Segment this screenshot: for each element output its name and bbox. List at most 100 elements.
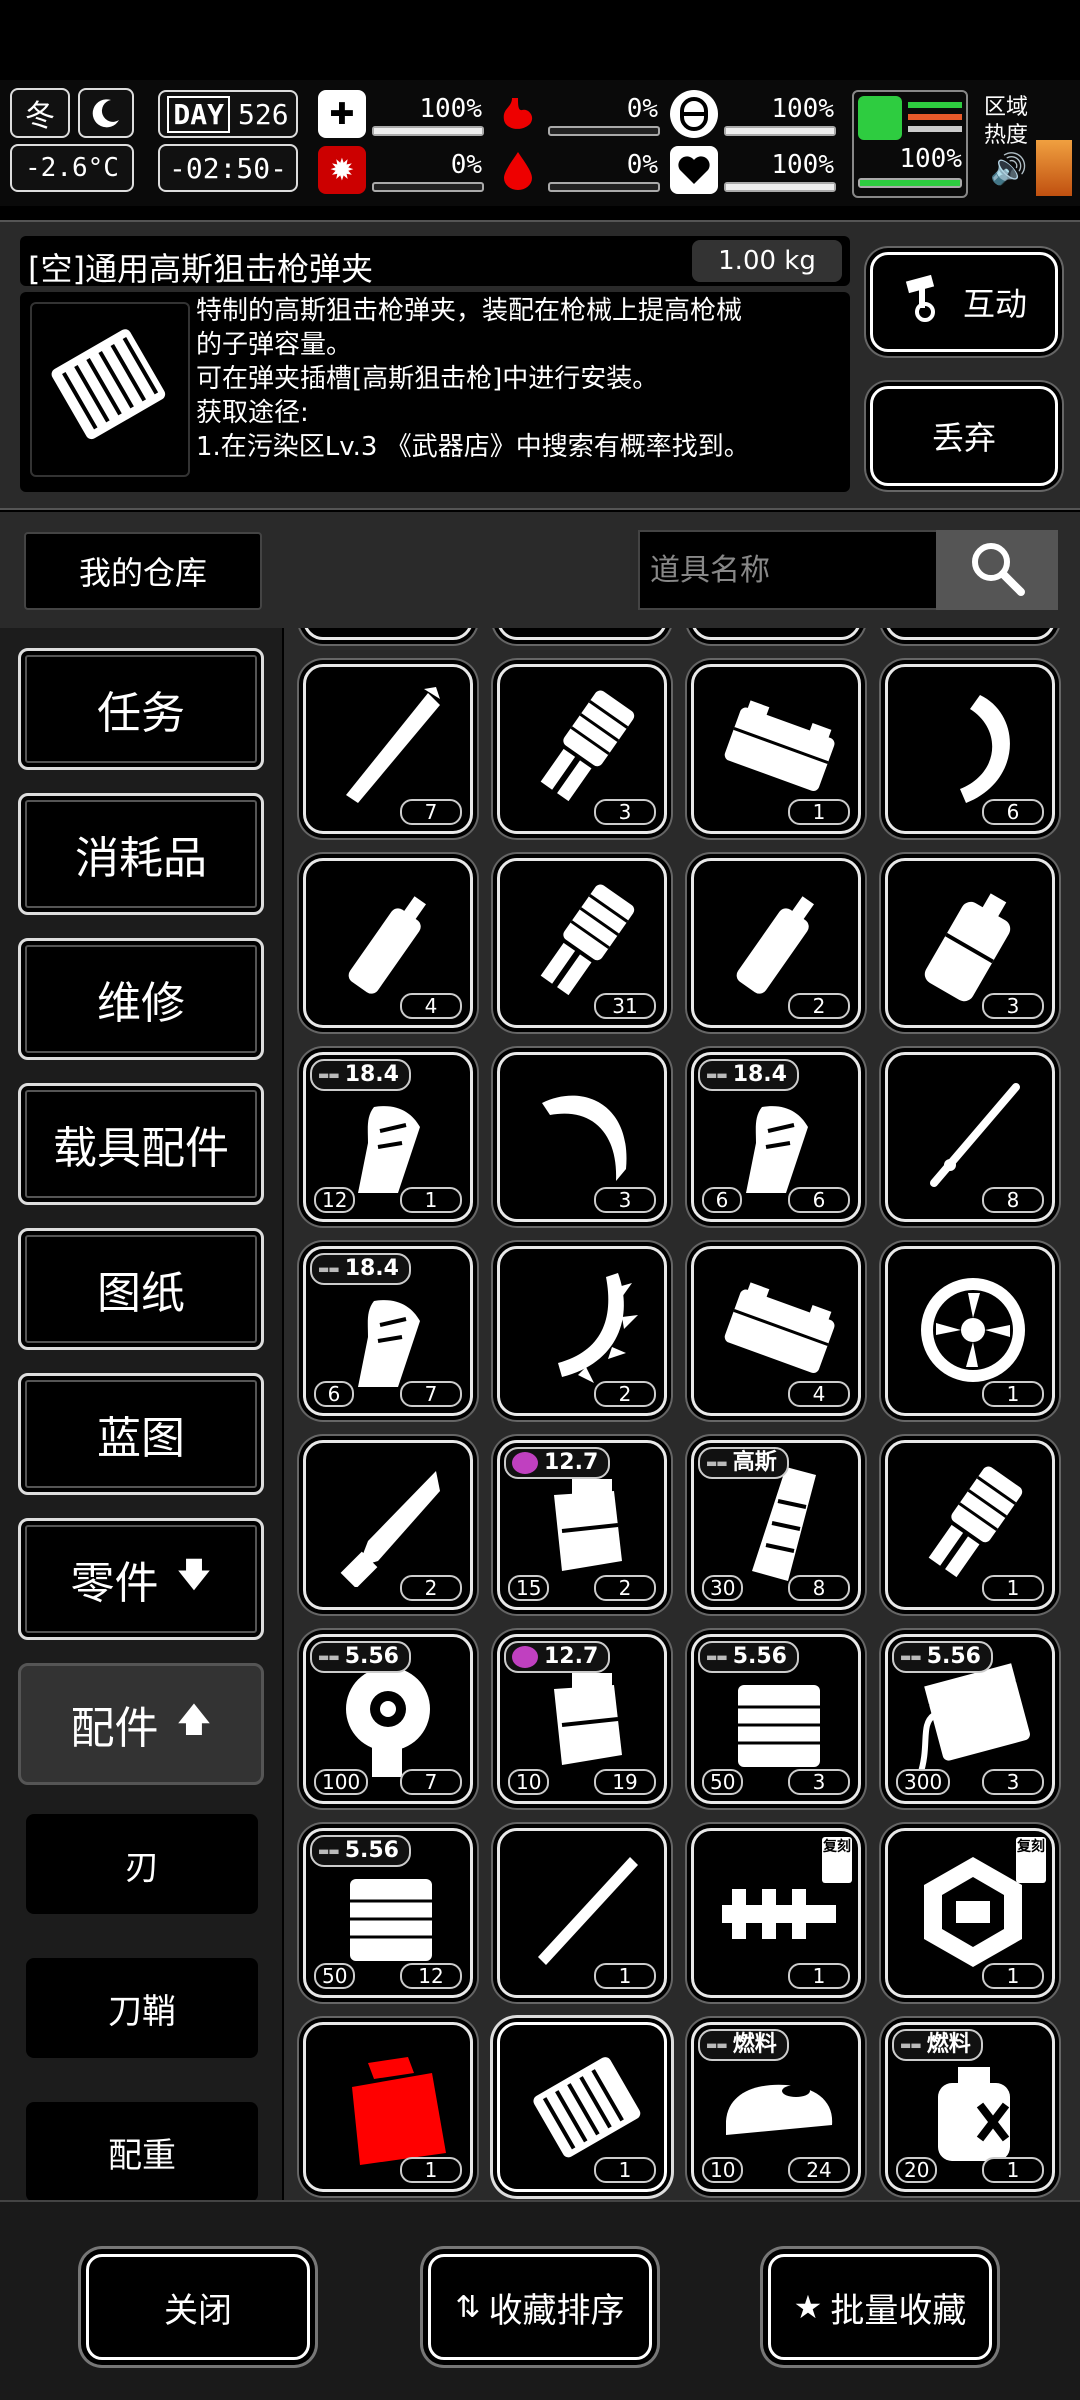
boot-icon	[858, 96, 902, 140]
item-slot-partial[interactable]	[497, 628, 667, 640]
item-slot[interactable]: 3	[497, 1052, 667, 1222]
item-slot[interactable]: 4	[691, 1246, 861, 1416]
item-slot[interactable]: 1	[497, 2022, 667, 2192]
item-slot[interactable]: 2	[691, 858, 861, 1028]
item-tag-label: 燃料	[926, 2032, 971, 2057]
item-slot[interactable]: 3	[497, 664, 667, 834]
item-slot[interactable]: ▬▬ 5.56 100 7	[303, 1634, 473, 1804]
item-slot[interactable]: 1	[303, 2022, 473, 2192]
replica-badge: 复刻	[1016, 1837, 1046, 1883]
subcategory-blade[interactable]: 刃	[26, 1814, 258, 1914]
category-vehicle-parts[interactable]: 载具配件	[18, 1083, 264, 1205]
batch-favorite-button[interactable]: ★ 批量收藏	[768, 2254, 992, 2360]
my-warehouse-button[interactable]: 我的仓库	[24, 532, 262, 610]
hunger-bar	[548, 126, 660, 136]
item-slot[interactable]: ▬▬ 5.56 50 3	[691, 1634, 861, 1804]
item-slot[interactable]: ▬▬ 18.4 6 7	[303, 1246, 473, 1416]
item-slot[interactable]: 12.7 10 19	[497, 1634, 667, 1804]
item-count: 2	[594, 1381, 656, 1407]
item-slot[interactable]: 2	[303, 1440, 473, 1610]
subcategory-sheath[interactable]: 刀鞘	[26, 1958, 258, 2058]
item-name: [空]通用高斯狙击枪弹夹	[28, 250, 373, 288]
warehouse-toolbar: 我的仓库	[0, 512, 1080, 628]
item-capacity: 12	[314, 1187, 356, 1213]
ammo-icon: ▬▬	[706, 1456, 728, 1470]
item-slot[interactable]: 4	[303, 858, 473, 1028]
item-info-panel: [空]通用高斯狙击枪弹夹 1.00 kg 特制的高斯狙击枪弹夹，装配在枪械上提高…	[0, 220, 1080, 510]
item-capacity: 300	[896, 1769, 951, 1795]
item-slot[interactable]: 复刻 1	[885, 1828, 1055, 1998]
subcategory-counterweight[interactable]: 配重	[26, 2102, 258, 2200]
season-label: 冬	[25, 99, 55, 134]
thirst-value: 0%	[626, 150, 658, 180]
item-slot[interactable]: 2	[497, 1246, 667, 1416]
favorite-sort-button[interactable]: ⇅ 收藏排序	[428, 2254, 652, 2360]
item-count: 7	[400, 1381, 462, 1407]
category-repair[interactable]: 维修	[18, 938, 264, 1060]
speaker-icon[interactable]: 🔊	[990, 152, 1027, 187]
item-slot[interactable]: 1	[497, 1828, 667, 1998]
stamina-panel: 100%	[852, 90, 968, 198]
day-label: DAY	[167, 95, 230, 133]
item-count: 1	[982, 1963, 1044, 1989]
category-task[interactable]: 任务	[18, 648, 264, 770]
blood-drop-icon	[494, 146, 542, 194]
category-blueprints[interactable]: 蓝图	[18, 1373, 264, 1495]
item-slot-partial[interactable]	[303, 628, 473, 640]
item-slot[interactable]: ▬▬ 18.4 6 6	[691, 1052, 861, 1222]
infection-value: 0%	[450, 150, 482, 180]
item-slot[interactable]: ▬▬ 燃料 10 24	[691, 2022, 861, 2192]
item-count: 7	[400, 799, 462, 825]
item-slot[interactable]: ▬▬ 5.56 50 12	[303, 1828, 473, 1998]
health-bar	[372, 126, 484, 136]
interact-button[interactable]: 互动	[870, 252, 1058, 352]
energy-icon	[512, 1646, 538, 1668]
category-consumables[interactable]: 消耗品	[18, 793, 264, 915]
item-slot[interactable]: ▬▬ 18.4 12 1	[303, 1052, 473, 1222]
medkit-icon: ✚	[318, 90, 366, 138]
category-components[interactable]: 零件 🡇	[18, 1518, 264, 1640]
item-count: 2	[400, 1575, 462, 1601]
item-slot-partial[interactable]	[691, 628, 861, 640]
ammo-icon: ▬▬	[900, 1650, 922, 1664]
category-label: 载具配件	[53, 1123, 229, 1174]
item-tag-label: 5.56	[344, 1838, 399, 1863]
search-icon	[967, 538, 1027, 602]
item-slot[interactable]: 6	[885, 664, 1055, 834]
item-slot[interactable]: 7	[303, 664, 473, 834]
item-slot[interactable]: ▬▬ 高斯 30 8	[691, 1440, 861, 1610]
item-slot[interactable]: ▬▬ 5.56 300 3	[885, 1634, 1055, 1804]
item-tag: ▬▬ 燃料	[698, 2029, 789, 2061]
item-slot[interactable]: ▬▬ 燃料 20 1	[885, 2022, 1055, 2192]
item-tag-label: 5.56	[732, 1644, 787, 1669]
ammo-icon: ▬▬	[318, 1650, 340, 1664]
item-slot[interactable]: 1	[885, 1246, 1055, 1416]
item-count: 1	[982, 1381, 1044, 1407]
item-count: 4	[400, 993, 462, 1019]
item-slot[interactable]: 1	[691, 664, 861, 834]
discard-button[interactable]: 丢弃	[870, 386, 1058, 486]
item-slot[interactable]: 31	[497, 858, 667, 1028]
item-tag-label: 18.4	[344, 1256, 399, 1281]
item-tag: ▬▬ 5.56	[310, 1641, 411, 1673]
bladder-icon	[670, 90, 718, 138]
close-button[interactable]: 关闭	[86, 2254, 310, 2360]
item-tag: ▬▬ 18.4	[698, 1059, 799, 1091]
infection-bar	[372, 182, 484, 192]
category-drawings[interactable]: 图纸	[18, 1228, 264, 1350]
search-button[interactable]	[936, 530, 1058, 610]
arrow-down-icon: 🡇	[176, 1554, 212, 1595]
item-search-input[interactable]	[638, 530, 938, 610]
item-slot[interactable]: 8	[885, 1052, 1055, 1222]
item-slot-partial[interactable]	[885, 628, 1055, 640]
item-slot[interactable]: 12.7 15 2	[497, 1440, 667, 1610]
item-capacity: 50	[702, 1769, 744, 1795]
item-slot[interactable]: 1	[885, 1440, 1055, 1610]
item-tag-label: 12.7	[544, 1644, 599, 1669]
sort-arrows-icon: ⇅	[455, 2289, 481, 2325]
item-slot[interactable]: 复刻 1	[691, 1828, 861, 1998]
category-attachments[interactable]: 配件 🡅	[18, 1663, 264, 1785]
item-count: 1	[982, 2157, 1044, 2183]
item-slot[interactable]: 3	[885, 858, 1055, 1028]
moon-icon	[78, 88, 134, 138]
